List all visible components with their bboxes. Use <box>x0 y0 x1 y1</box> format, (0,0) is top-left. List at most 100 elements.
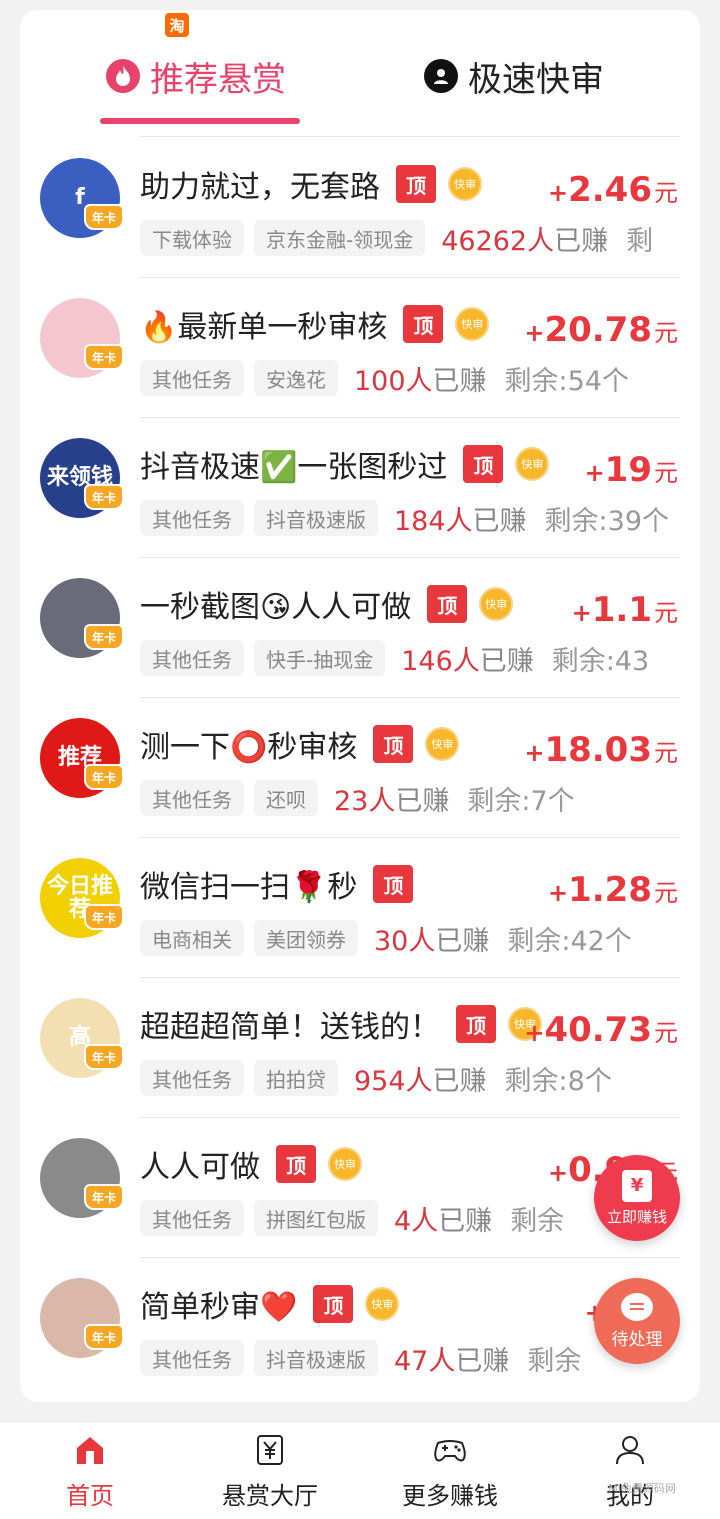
task-title: 🔥最新单一秒审核 <box>140 310 388 345</box>
task-reward: +18.03 元 <box>524 730 678 770</box>
pinned-badge: 顶 <box>373 865 414 903</box>
reward-plus: + <box>548 879 569 907</box>
task-category-tag: 其他任务 <box>140 1200 244 1236</box>
task-meta: 电商相关 美团领券 30人 已赚 剩余:42个 <box>140 918 680 958</box>
crown-icon: 年卡 <box>84 764 124 790</box>
remaining-count: 剩余 <box>510 1205 565 1237</box>
reward-unit: 元 <box>654 599 678 627</box>
task-row[interactable]: 高年卡 超超超简单！送钱的！顶快审 +40.73 元其他任务 拍拍贷 954人 已赚 剩余:8… <box>20 978 700 1118</box>
pinned-badge: 顶 <box>456 1005 496 1043</box>
reward-unit: 元 <box>654 459 678 487</box>
task-category-tag: 其他任务 <box>140 500 244 536</box>
task-meta: 其他任务 抖音极速版 47人 已赚 剩余 <box>140 1338 680 1378</box>
nav-mine[interactable]: 我的 <box>540 1422 720 1519</box>
earned-count: 146人 <box>401 645 480 677</box>
task-title: 简单秒审❤️ <box>140 1290 298 1325</box>
task-category-tag: 电商相关 <box>140 920 244 956</box>
task-category-tag: 其他任务 <box>140 1060 244 1096</box>
earned-count: 47人 <box>394 1345 456 1377</box>
task-title: 抖音极速✅一张图秒过 <box>140 450 448 485</box>
nav-more-earn[interactable]: 更多赚钱 <box>360 1422 540 1519</box>
reward-plus: + <box>524 1019 545 1047</box>
fast-review-badge: 快审 <box>425 727 460 761</box>
task-category-tag: 其他任务 <box>140 360 244 396</box>
tab-recommended[interactable]: 推荐悬赏 <box>106 50 286 102</box>
task-row[interactable]: 年卡 🔥最新单一秒审核顶快审 +20.78 元其他任务 安逸花 100人 已赚 剩余:54个 <box>20 278 700 418</box>
reward-amount: 1.1 <box>591 590 652 630</box>
earned-label: 已赚 <box>438 1205 493 1237</box>
task-app-tag: 拼图红包版 <box>254 1200 378 1236</box>
nav-label: 悬赏大厅 <box>222 1481 318 1510</box>
reward-unit: 元 <box>654 879 678 907</box>
nav-home[interactable]: 首页 <box>0 1422 180 1519</box>
reward-plus: + <box>548 179 569 207</box>
remaining-count: 剩余:8个 <box>504 1065 612 1097</box>
task-title-line: 测一下⭕秒审核顶快审 <box>140 722 460 766</box>
earned-count: 30人 <box>374 925 436 957</box>
reward-amount: 18.03 <box>544 730 652 770</box>
reward-plus: + <box>548 1159 569 1187</box>
remaining-count: 剩余 <box>527 1345 582 1377</box>
fast-review-badge: 快审 <box>328 1147 362 1181</box>
task-title: 超超超简单！送钱的！ <box>140 1010 440 1045</box>
task-row[interactable]: 年卡 一秒截图😘人人可做顶快审 +1.1 元其他任务 快手-抽现金 146人 已赚 剩余:43 <box>20 558 700 698</box>
earned-count: 184人 <box>394 505 473 537</box>
task-meta: 其他任务 还呗 23人 已赚 剩余:7个 <box>140 778 680 818</box>
task-title-line: 一秒截图😘人人可做顶快审 <box>140 582 514 626</box>
task-row[interactable]: 来领钱 年卡 抖音极速✅一张图秒过顶快审 +19 元其他任务 抖音极速版 184人 已赚 剩余:… <box>20 418 700 558</box>
reward-amount: 19 <box>604 450 652 490</box>
task-reward: +1.1 元 <box>572 590 678 630</box>
task-row[interactable]: 推荐 年卡 测一下⭕秒审核顶快审 +18.03 元其他任务 还呗 23人 已赚 剩余:7个 <box>20 698 700 838</box>
task-app-tag: 拍拍贷 <box>254 1060 338 1096</box>
reward-amount: 20.78 <box>544 310 652 350</box>
task-title-line: 抖音极速✅一张图秒过顶快审 <box>140 442 550 486</box>
pinned-badge: 顶 <box>276 1145 316 1183</box>
tab-fast-review[interactable]: 极速快审 <box>424 50 604 102</box>
tab-label: 推荐悬赏 <box>150 59 286 100</box>
task-category-tag: 其他任务 <box>140 1340 244 1376</box>
task-row[interactable]: 今日推荐 年卡 微信扫一扫🌹秒顶 +1.28 元电商相关 美团领券 30人 已赚 剩余:42个 <box>20 838 700 978</box>
task-title: 一秒截图😘人人可做 <box>140 590 412 625</box>
earned-count: 4人 <box>394 1205 439 1237</box>
task-reward: +40.73 元 <box>524 1010 678 1050</box>
pending-button[interactable]: 待处理 <box>594 1278 680 1364</box>
earn-now-button[interactable]: ¥ 立即赚钱 <box>594 1155 680 1241</box>
gamepad-icon <box>432 1432 468 1468</box>
pinned-badge: 顶 <box>427 585 468 623</box>
task-meta: 其他任务 快手-抽现金 146人 已赚 剩余:43 <box>140 638 680 678</box>
task-title-line: 🔥最新单一秒审核顶快审 <box>140 302 490 346</box>
task-row[interactable]: f 年卡 助力就过，无套路顶快审 +2.46 元下载体验 京东金融-领现金 46262人 已赚… <box>20 138 700 278</box>
reward-unit: 元 <box>654 319 678 347</box>
reward-amount: 2.46 <box>568 170 652 210</box>
reward-plus: + <box>524 739 545 767</box>
earned-label: 已赚 <box>479 645 534 677</box>
fast-review-badge: 快审 <box>479 587 514 621</box>
task-app-tag: 抖音极速版 <box>254 1340 378 1376</box>
earned-label: 已赚 <box>554 225 609 257</box>
crown-icon: 年卡 <box>84 1044 124 1070</box>
task-title-line: 人人可做顶快审 <box>140 1142 362 1186</box>
task-app-tag: 京东金融-领现金 <box>254 220 426 256</box>
task-meta: 下载体验 京东金融-领现金 46262人 已赚剩 <box>140 218 680 258</box>
task-reward: +20.78 元 <box>524 310 678 350</box>
pinned-badge: 顶 <box>313 1285 354 1323</box>
tab-label: 极速快审 <box>468 59 604 100</box>
earned-count: 46262人 <box>441 225 555 257</box>
fast-review-badge: 快审 <box>455 307 490 341</box>
task-title: 微信扫一扫🌹秒 <box>140 870 358 905</box>
task-title-line: 助力就过，无套路顶快审 <box>140 162 482 206</box>
earned-label: 已赚 <box>455 1345 510 1377</box>
task-title-line: 微信扫一扫🌹秒顶 <box>140 862 414 906</box>
reward-unit: 元 <box>654 179 678 207</box>
remaining-count: 剩余:43 <box>551 645 650 677</box>
earned-label: 已赚 <box>432 365 487 397</box>
earned-label: 已赚 <box>432 1065 487 1097</box>
task-reward: +1.28 元 <box>548 870 678 910</box>
bottom-nav: 首页 悬赏大厅 更多赚钱 我的 <box>0 1421 720 1519</box>
watermark: MI免费源码网 <box>608 1482 676 1495</box>
crown-icon: 年卡 <box>84 904 124 930</box>
yuan-icon: ¥ <box>622 1169 652 1202</box>
remaining-count: 剩余:39个 <box>544 505 669 537</box>
nav-reward-hall[interactable]: 悬赏大厅 <box>180 1422 360 1519</box>
reward-amount: 40.73 <box>544 1010 652 1050</box>
